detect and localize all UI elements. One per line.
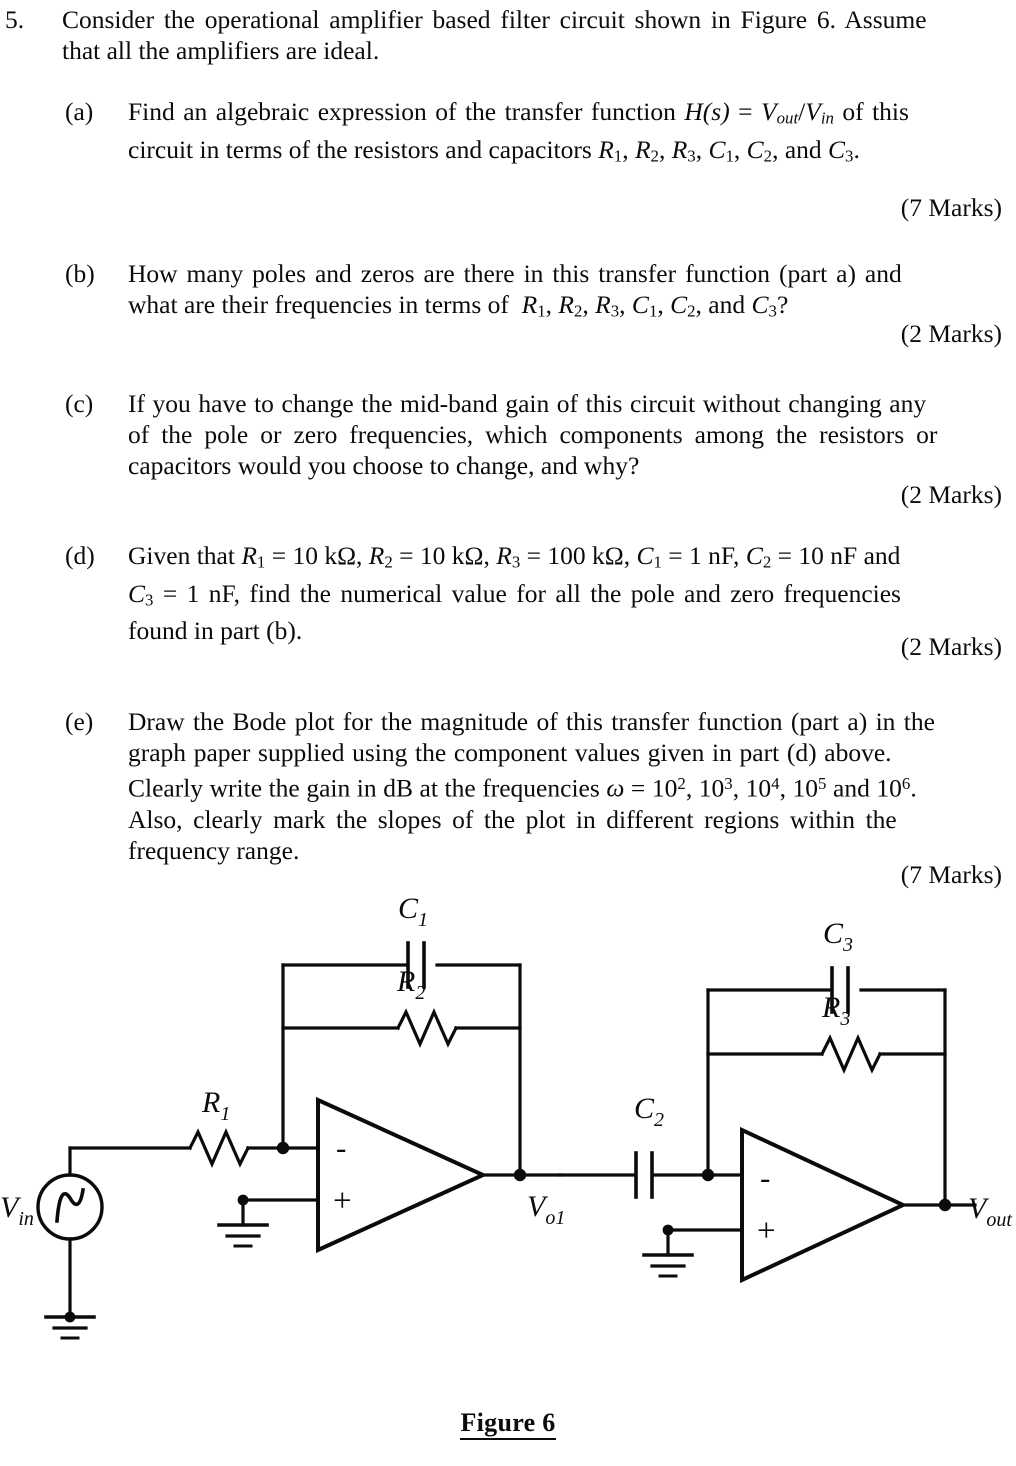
vin-ac-waveform-icon <box>55 1187 86 1223</box>
r1-zigzag <box>187 1128 251 1168</box>
part-d-line-2: C3 = 1 nF, find the numerical value for … <box>128 578 901 610</box>
r2-zigzag <box>395 1008 459 1048</box>
label-c1: C1 <box>398 892 428 931</box>
label-vout: Vout <box>968 1192 1012 1231</box>
part-e-line-3: Clearly write the gain in dB at the freq… <box>128 773 917 803</box>
part-e-line-1: Draw the Bode plot for the magnitude of … <box>128 707 935 736</box>
opamp2-triangle <box>740 1126 908 1284</box>
node-dot-vout <box>938 1198 952 1212</box>
circuit-diagram-svg: - + - + C1 R2 R1 Vin Vo1 C2 C3 R3 Vout <box>0 892 1012 1340</box>
label-c2: C2 <box>634 1092 664 1131</box>
question-number: 5. <box>5 5 25 34</box>
part-c-text: If you have to change the mid-band gain … <box>128 388 1005 481</box>
part-d-line-3: found in part (b). <box>128 616 303 646</box>
node-dot-opamp1-gnd <box>237 1194 249 1206</box>
opamp1-minus-sign: - <box>336 1130 346 1165</box>
part-a-marks: (7 Marks) <box>900 193 1002 222</box>
part-a-line-1: Find an algebraic expression of the tran… <box>128 97 909 128</box>
question-stem-text: Consider the operational amplifier based… <box>62 4 1002 66</box>
part-b-text: How many poles and zeros are there in th… <box>128 258 1005 327</box>
node-dot-opamp1-inv <box>276 1141 290 1155</box>
stem-line-1: Consider the operational amplifier based… <box>62 5 927 34</box>
circuit-figure: - + - + C1 R2 R1 Vin Vo1 C2 C3 R3 Vout <box>0 880 1016 1380</box>
r3-zigzag <box>819 1034 883 1074</box>
node-dot-opamp2-gnd <box>662 1224 674 1236</box>
figure-caption-text: Figure 6 <box>460 1408 556 1440</box>
part-c-label: (c) <box>65 389 94 418</box>
exam-page: 5. Consider the operational amplifier ba… <box>0 0 1016 1466</box>
part-c-line-2: of the pole or zero frequencies, which c… <box>128 420 938 449</box>
figure-caption: Figure 6 <box>0 1408 1016 1440</box>
part-b-line-2: what are their frequencies in terms of R… <box>128 290 789 321</box>
label-c3: C3 <box>823 917 853 956</box>
part-d-text: Given that R1 = 10 kΩ, R2 = 10 kΩ, R3 = … <box>128 540 1005 646</box>
label-vo1: Vo1 <box>527 1190 565 1229</box>
part-b-line-1: How many poles and zeros are there in th… <box>128 259 902 288</box>
part-a-row: (a) Find an algebraic expression of the … <box>65 96 1005 171</box>
stem-line-2: that all the amplifiers are ideal. <box>62 36 380 65</box>
part-b-marks: (2 Marks) <box>900 319 1002 348</box>
label-r2: R2 <box>396 965 425 1004</box>
label-r3: R3 <box>821 991 850 1030</box>
part-d-row: (d) Given that R1 = 10 kΩ, R2 = 10 kΩ, R… <box>65 540 1005 646</box>
part-a-text: Find an algebraic expression of the tran… <box>128 96 1005 171</box>
r3-branch <box>706 1034 947 1074</box>
part-c-line-3: capacitors would you choose to change, a… <box>128 451 640 480</box>
part-a-line-2: circuit in terms of the resistors and ca… <box>128 134 860 166</box>
part-c-marks: (2 Marks) <box>900 480 1002 509</box>
opamp1-plus-sign: + <box>333 1183 352 1219</box>
part-e-label: (e) <box>65 707 94 736</box>
label-r1: R1 <box>201 1086 230 1125</box>
opamp2-plus-sign: + <box>757 1213 776 1249</box>
c2-branch <box>558 1151 744 1199</box>
vin-source-circle <box>36 1173 104 1241</box>
opamp1-ground-symbol <box>217 1223 269 1248</box>
part-e-line-2: graph paper supplied using the component… <box>128 738 892 767</box>
part-a-label: (a) <box>65 97 94 126</box>
opamp2-ground-symbol <box>642 1253 694 1278</box>
opamp1-triangle <box>316 1096 488 1254</box>
part-b-row: (b) How many poles and zeros are there i… <box>65 258 1005 327</box>
r2-branch <box>281 1008 522 1048</box>
label-vin: Vin <box>0 1191 34 1230</box>
part-d-marks: (2 Marks) <box>900 632 1002 661</box>
part-c-line-1: If you have to change the mid-band gain … <box>128 389 927 418</box>
node-dot-opamp2-inv <box>701 1168 715 1182</box>
component-labels: C1 R2 R1 Vin Vo1 C2 C3 R3 Vout <box>0 892 1012 1231</box>
question-stem-row: 5. Consider the operational amplifier ba… <box>5 4 1005 66</box>
part-d-label: (d) <box>65 541 95 570</box>
opamp2-minus-sign: - <box>760 1160 770 1195</box>
junction-dots <box>64 1141 952 1323</box>
part-e-line-5: frequency range. <box>128 835 300 865</box>
part-e-text: Draw the Bode plot for the magnitude of … <box>128 706 1005 866</box>
part-e-line-4: Also, clearly mark the slopes of the plo… <box>128 804 897 834</box>
node-dot-vin-gnd <box>64 1311 76 1323</box>
part-b-label: (b) <box>65 259 95 288</box>
part-e-row: (e) Draw the Bode plot for the magnitude… <box>65 706 1005 866</box>
part-d-line-1: Given that R1 = 10 kΩ, R2 = 10 kΩ, R3 = … <box>128 541 901 572</box>
node-dot-vo1 <box>513 1168 527 1182</box>
part-c-row: (c) If you have to change the mid-band g… <box>65 388 1005 481</box>
